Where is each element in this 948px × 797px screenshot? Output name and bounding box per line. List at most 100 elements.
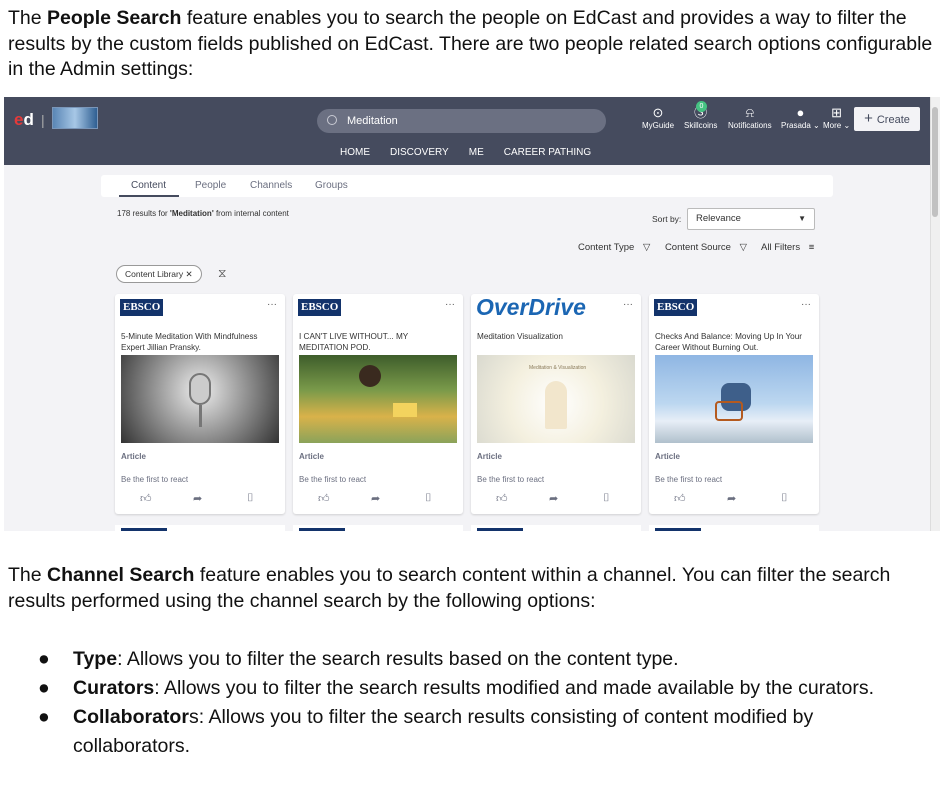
more-options-icon[interactable]: ··· bbox=[445, 299, 455, 310]
more-options-icon[interactable]: ··· bbox=[267, 299, 277, 310]
chevron-down-icon: ▼ bbox=[798, 214, 806, 223]
filter-lines-icon: ≡ bbox=[808, 242, 815, 253]
location-pin-icon: ⊙ bbox=[652, 105, 664, 120]
like-icon[interactable]: 👍︎ bbox=[496, 492, 508, 505]
channel-bold: Channel Search bbox=[47, 564, 195, 586]
intro-bold: People Search bbox=[47, 7, 182, 29]
content-card-partial[interactable] bbox=[293, 525, 463, 531]
search-icon bbox=[327, 115, 337, 125]
card-type: Article bbox=[477, 452, 502, 461]
card-title[interactable]: Checks And Balance: Moving Up In Your Ca… bbox=[655, 331, 815, 353]
ebsco-logo: EBSCO bbox=[654, 299, 698, 316]
profile-button[interactable]: ● Prasada ⌄ bbox=[781, 105, 820, 130]
funnel-icon: ▽ bbox=[739, 242, 747, 253]
card-thumbnail[interactable] bbox=[121, 355, 279, 443]
card-actions: 👍︎ ➦ ⌷ bbox=[293, 492, 463, 508]
avatar-icon: ● bbox=[796, 105, 805, 120]
search-tabs: Content People Channels Groups bbox=[101, 175, 833, 197]
card-react-text: Be the first to react bbox=[299, 475, 367, 484]
intro-paragraph: The People Search feature enables you to… bbox=[8, 6, 940, 83]
create-button[interactable]: + Create bbox=[854, 107, 920, 131]
channel-search-paragraph: The Channel Search feature enables you t… bbox=[8, 563, 940, 614]
results-count: 178 results for 'Meditation' from intern… bbox=[117, 209, 289, 218]
bookmark-icon[interactable]: ⌷ bbox=[603, 492, 610, 505]
card-react-text: Be the first to react bbox=[655, 475, 723, 484]
filter-chip-content-library[interactable]: Content Library ✕ bbox=[116, 265, 202, 283]
content-card-partial[interactable] bbox=[471, 525, 641, 531]
nav-me[interactable]: ME bbox=[469, 147, 484, 158]
card-actions: 👍︎ ➦ ⌷ bbox=[471, 492, 641, 508]
card-type: Article bbox=[655, 452, 680, 461]
more-options-icon[interactable]: ··· bbox=[623, 299, 633, 310]
grid-icon: ⊞ bbox=[831, 105, 843, 120]
share-icon[interactable]: ➦ bbox=[549, 492, 558, 505]
card-actions: 👍︎ ➦ ⌷ bbox=[115, 492, 285, 508]
bookmark-icon[interactable]: ⌷ bbox=[425, 492, 432, 505]
funnel-icon: ▽ bbox=[642, 242, 651, 253]
edcast-logo[interactable]: ed bbox=[14, 110, 34, 130]
nav-discovery[interactable]: DISCOVERY bbox=[390, 147, 449, 158]
card-thumbnail[interactable] bbox=[299, 355, 457, 443]
scrollbar-thumb[interactable] bbox=[932, 107, 938, 217]
content-card[interactable]: EBSCO ··· 5-Minute Meditation With Mindf… bbox=[115, 294, 285, 514]
search-results-screenshot: ed | Meditation HOME DISCOVERY ME CAREER PA… bbox=[4, 97, 940, 531]
filter-content-type[interactable]: Content Type ▽ bbox=[578, 242, 656, 253]
skillcoins-button[interactable]: Ⓢ 0 Skillcoins bbox=[684, 101, 717, 130]
card-title[interactable]: 5-Minute Meditation With Mindfulness Exp… bbox=[121, 331, 281, 353]
share-icon[interactable]: ➦ bbox=[371, 492, 380, 505]
card-title[interactable]: Meditation Visualization bbox=[477, 331, 637, 342]
org-logo-image bbox=[52, 107, 98, 129]
notifications-button[interactable]: ⍾ Notifications bbox=[728, 105, 772, 130]
card-actions: 👍︎ ➦ ⌷ bbox=[649, 492, 819, 508]
myguide-button[interactable]: ⊙ MyGuide bbox=[642, 105, 674, 130]
filter-all[interactable]: All Filters ≡ bbox=[761, 242, 820, 253]
more-options-icon[interactable]: ··· bbox=[801, 299, 811, 310]
logo-separator: | bbox=[41, 112, 45, 128]
tab-channels[interactable]: Channels bbox=[250, 180, 292, 191]
intro-prefix: The bbox=[8, 7, 48, 29]
like-icon[interactable]: 👍︎ bbox=[318, 492, 330, 505]
content-card[interactable]: EBSCO ··· Checks And Balance: Moving Up … bbox=[649, 294, 819, 514]
like-icon[interactable]: 👍︎ bbox=[140, 492, 152, 505]
content-card[interactable]: EBSCO ··· I CAN'T LIVE WITHOUT... MY MED… bbox=[293, 294, 463, 514]
tab-content[interactable]: Content bbox=[131, 180, 166, 191]
share-icon[interactable]: ➦ bbox=[727, 492, 736, 505]
more-button[interactable]: ⊞ More ⌄ bbox=[823, 105, 850, 130]
ebsco-logo: EBSCO bbox=[120, 299, 164, 316]
search-input[interactable]: Meditation bbox=[317, 109, 606, 133]
bookmark-icon[interactable]: ⌷ bbox=[781, 492, 788, 505]
clear-filter-icon[interactable]: ⧖ bbox=[218, 266, 226, 281]
share-icon[interactable]: ➦ bbox=[193, 492, 202, 505]
plus-icon: + bbox=[864, 110, 873, 127]
filter-content-source[interactable]: Content Source ▽ bbox=[665, 242, 753, 253]
sort-label: Sort by: bbox=[652, 214, 682, 224]
card-title[interactable]: I CAN'T LIVE WITHOUT... MY MEDITATION PO… bbox=[299, 331, 459, 353]
channel-prefix: The bbox=[8, 564, 48, 586]
content-card[interactable]: OverDrive ··· Meditation Visualization M… bbox=[471, 294, 641, 514]
content-card-partial[interactable] bbox=[115, 525, 285, 531]
top-navigation-bar: ed | Meditation HOME DISCOVERY ME CAREER PA… bbox=[4, 97, 930, 165]
filter-bar: Content Type ▽ Content Source ▽ All Filt… bbox=[578, 242, 826, 253]
list-item: ● Type: Allows you to filter the search r… bbox=[38, 648, 679, 670]
tab-groups[interactable]: Groups bbox=[315, 180, 348, 191]
card-type: Article bbox=[299, 452, 324, 461]
ebsco-logo: EBSCO bbox=[298, 299, 342, 316]
card-thumbnail[interactable] bbox=[655, 355, 813, 443]
main-nav: HOME DISCOVERY ME CAREER PATHING bbox=[340, 147, 611, 158]
nav-home[interactable]: HOME bbox=[340, 147, 370, 158]
tab-people[interactable]: People bbox=[195, 180, 226, 191]
bell-icon: ⍾ bbox=[745, 105, 755, 120]
card-react-text: Be the first to react bbox=[477, 475, 545, 484]
overdrive-logo: OverDrive bbox=[476, 294, 586, 320]
like-icon[interactable]: 👍︎ bbox=[674, 492, 686, 505]
nav-career-pathing[interactable]: CAREER PATHING bbox=[504, 147, 591, 158]
sort-select[interactable]: Relevance ▼ bbox=[687, 208, 815, 230]
card-thumbnail[interactable]: Meditation & Visualization bbox=[477, 355, 635, 443]
filter-options-list: ● Type: Allows you to filter the search r… bbox=[0, 645, 948, 761]
list-item: ● Collaborators: Allows you to filter the… bbox=[38, 706, 814, 757]
active-tab-indicator bbox=[119, 195, 179, 197]
card-type: Article bbox=[121, 452, 146, 461]
bookmark-icon[interactable]: ⌷ bbox=[247, 492, 254, 505]
content-card-partial[interactable] bbox=[649, 525, 819, 531]
card-react-text: Be the first to react bbox=[121, 475, 189, 484]
